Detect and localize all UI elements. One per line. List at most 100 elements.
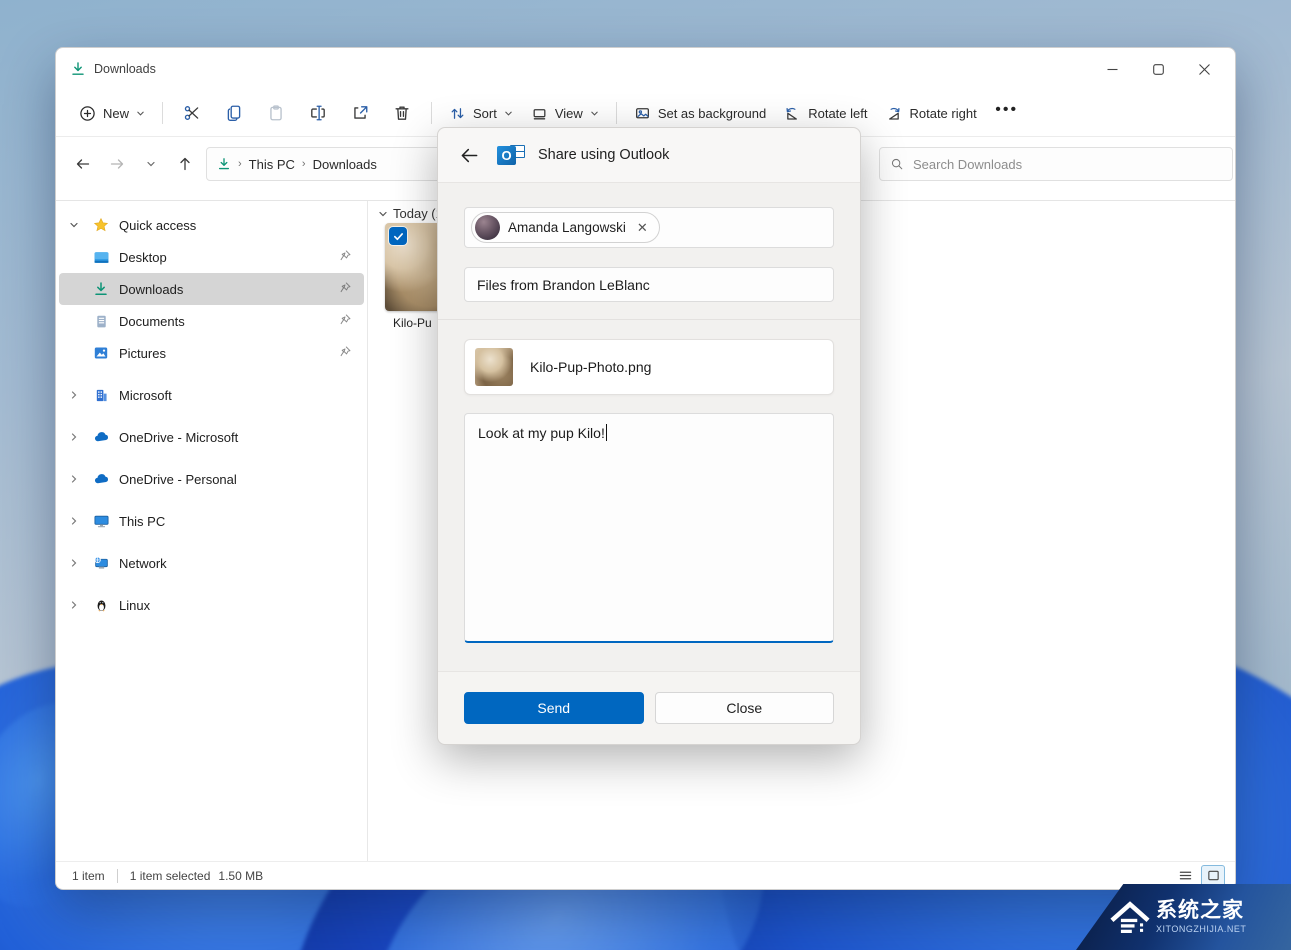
attachment-card[interactable]: Kilo-Pup-Photo.png (464, 339, 834, 395)
chevron-right-icon[interactable] (59, 558, 89, 568)
subject-input[interactable] (464, 267, 834, 302)
chevron-down-icon (590, 109, 599, 118)
rotate-left-button[interactable]: Rotate left (775, 99, 876, 128)
copy-button[interactable] (213, 96, 255, 130)
navigation-pane: Quick access Desktop Downloads Documents… (56, 201, 368, 861)
rotate-right-label: Rotate right (909, 105, 977, 121)
toolbar-separator (615, 102, 617, 124)
recent-locations-button[interactable] (134, 148, 168, 180)
star-icon (89, 217, 113, 233)
watermark-text: 系统之家 XITONGZHIJIA.NET (1156, 899, 1246, 935)
chevron-right-icon[interactable] (59, 474, 89, 484)
breadcrumb-this-pc[interactable]: This PC (249, 157, 295, 172)
more-icon: ••• (995, 101, 1019, 118)
sidebar-item-downloads[interactable]: Downloads (59, 273, 364, 305)
sidebar-item-label: OneDrive - Personal (119, 471, 237, 487)
close-dialog-button[interactable]: Close (654, 692, 834, 724)
status-bar: 1 item 1 item selected 1.50 MB (56, 861, 1235, 889)
breadcrumb-separator-icon: › (301, 158, 306, 170)
share-button[interactable] (339, 96, 381, 130)
search-icon (890, 157, 904, 171)
sidebar-item-onedrive-microsoft[interactable]: OneDrive - Microsoft (59, 421, 364, 453)
sidebar-item-label: Pictures (119, 345, 166, 361)
close-button[interactable] (1181, 52, 1227, 86)
chevron-right-icon[interactable] (59, 390, 89, 400)
chevron-right-icon[interactable] (59, 600, 89, 610)
picture-icon (634, 105, 651, 122)
new-button-label: New (103, 105, 130, 121)
recipient-name: Amanda Langowski (508, 220, 626, 235)
up-button[interactable] (168, 148, 202, 180)
sort-button[interactable]: Sort (440, 99, 522, 128)
back-icon[interactable] (454, 140, 484, 170)
sidebar-item-label: Linux (119, 597, 151, 613)
share-using-outlook-dialog: O Share using Outlook Amanda Langowski ✕… (437, 127, 861, 745)
watermark-house-logo (1110, 898, 1150, 936)
breadcrumb-separator-icon: › (238, 158, 242, 170)
sidebar-item-label: OneDrive - Microsoft (119, 429, 239, 445)
text-cursor (605, 424, 608, 441)
sidebar-item-label: Desktop (119, 249, 167, 265)
breadcrumb-downloads[interactable]: Downloads (313, 157, 377, 172)
selection-checkbox[interactable] (389, 227, 407, 245)
titlebar[interactable]: Downloads (56, 48, 1235, 90)
search-input[interactable] (913, 156, 1222, 172)
message-body-text: Look at my pup Kilo! (478, 425, 605, 441)
minimize-button[interactable] (1089, 52, 1135, 86)
sidebar-item-label: Documents (119, 313, 185, 329)
sidebar-item-microsoft[interactable]: Microsoft (59, 379, 364, 411)
details-view-button[interactable] (1173, 865, 1197, 887)
sidebar-item-desktop[interactable]: Desktop (59, 241, 364, 273)
network-icon (89, 555, 113, 572)
sidebar-item-this-pc[interactable]: This PC (59, 505, 364, 537)
outlook-logo-square: O (497, 146, 516, 165)
onedrive-cloud-icon (89, 471, 113, 488)
rotate-left-label: Rotate left (808, 105, 868, 121)
forward-button[interactable] (100, 148, 134, 180)
sidebar-item-network[interactable]: Network (59, 547, 364, 579)
send-button[interactable]: Send (464, 692, 644, 724)
onedrive-cloud-icon (89, 429, 113, 446)
recipient-field[interactable]: Amanda Langowski ✕ (464, 207, 834, 248)
toolbar-separator (162, 102, 164, 124)
sidebar-item-label: This PC (119, 513, 166, 529)
chevron-right-icon[interactable] (59, 516, 89, 526)
maximize-button[interactable] (1135, 52, 1181, 86)
watermark-title: 系统之家 (1156, 899, 1244, 922)
remove-recipient-icon[interactable]: ✕ (634, 220, 651, 236)
penguin-icon (89, 598, 113, 613)
sidebar-item-label: Microsoft (119, 387, 172, 403)
cut-button[interactable] (171, 96, 213, 130)
message-body-input[interactable]: Look at my pup Kilo! (464, 413, 834, 643)
chevron-right-icon[interactable] (59, 432, 89, 442)
paste-button[interactable] (255, 96, 297, 130)
chevron-down-icon[interactable] (59, 220, 89, 230)
attachment-thumbnail (475, 348, 513, 386)
view-button[interactable]: View (522, 99, 608, 128)
downloads-icon (89, 281, 113, 297)
more-options-button[interactable]: ••• (986, 96, 1028, 130)
recipient-avatar (475, 215, 500, 240)
sidebar-item-documents[interactable]: Documents (59, 305, 364, 337)
thumbnail-view-button[interactable] (1201, 864, 1225, 887)
building-icon (89, 388, 113, 403)
pin-icon (339, 281, 352, 294)
back-button[interactable] (66, 148, 100, 180)
new-button[interactable]: New (70, 99, 154, 128)
sidebar-item-quick-access[interactable]: Quick access (59, 209, 364, 241)
rename-button[interactable] (297, 96, 339, 130)
recipient-chip[interactable]: Amanda Langowski ✕ (471, 212, 660, 243)
rotate-right-icon (885, 105, 902, 122)
sidebar-item-pictures[interactable]: Pictures (59, 337, 364, 369)
dialog-divider (438, 319, 860, 320)
delete-button[interactable] (381, 96, 423, 130)
sidebar-item-linux[interactable]: Linux (59, 589, 364, 621)
sort-icon (449, 105, 466, 122)
group-header-today[interactable]: Today (1 (378, 206, 443, 221)
rotate-right-button[interactable]: Rotate right (876, 99, 985, 128)
search-box[interactable] (879, 147, 1233, 181)
dialog-footer: Send Close (438, 671, 860, 744)
toolbar-separator (431, 102, 433, 124)
set-as-background-button[interactable]: Set as background (625, 99, 775, 128)
sidebar-item-onedrive-personal[interactable]: OneDrive - Personal (59, 463, 364, 495)
